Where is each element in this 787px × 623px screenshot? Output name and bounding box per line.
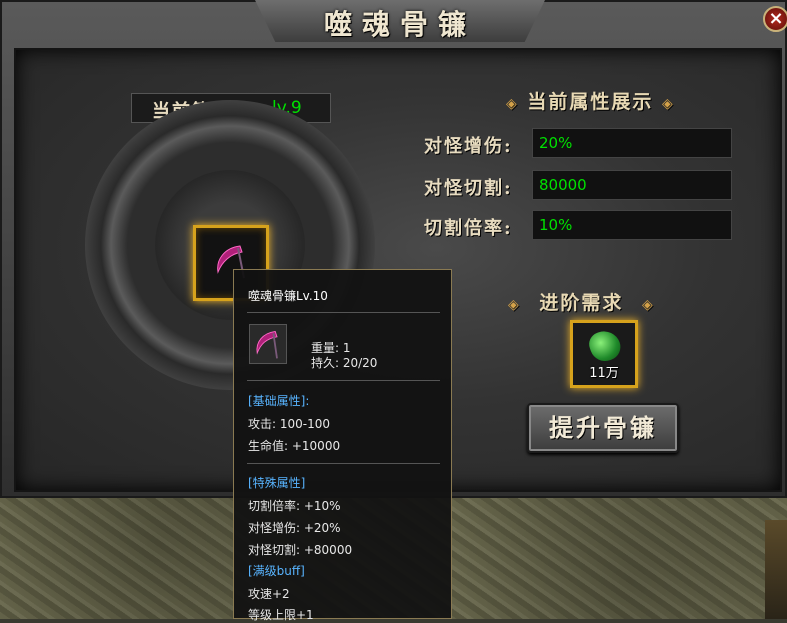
ornament-icon: ◈	[642, 297, 655, 313]
tooltip-buff-header: [满级buff]	[248, 564, 305, 578]
attr-label-damage-bonus: 对怪增伤:	[424, 136, 513, 157]
attributes-title: 当前属性展示	[527, 91, 654, 113]
attr-value-monster-cut: 80000	[532, 170, 732, 200]
scenery-post	[765, 520, 787, 619]
tooltip-special-header: [特殊属性]	[248, 476, 306, 490]
attributes-title-row: ◈ 当前属性展示 ◈	[506, 87, 675, 114]
tooltip-special-attr: 对怪切割: +80000	[248, 543, 353, 557]
tooltip-buff-attr: 等级上限+1	[248, 608, 314, 622]
tooltip-divider	[247, 312, 440, 313]
tooltip-divider	[247, 380, 440, 381]
tooltip-base-header: [基础属性]:	[248, 394, 310, 408]
title-plate: 噬魂骨镰	[255, 0, 545, 42]
ornament-icon: ◈	[506, 96, 519, 112]
tooltip-item-name: 噬魂骨镰Lv.10	[248, 289, 328, 303]
tooltip-buff-attr: 攻速+2	[248, 587, 290, 601]
tooltip-item-icon-frame	[249, 324, 287, 364]
tooltip-durability: 持久: 20/20	[311, 356, 378, 370]
requirement-title: 进阶需求	[539, 292, 624, 314]
window-title: 噬魂骨镰	[323, 8, 476, 41]
attr-label-monster-cut: 对怪切割:	[424, 178, 513, 199]
item-tooltip: 噬魂骨镰Lv.10 重量: 1 持久: 20/20 [基础属性]: 攻击: 10…	[233, 269, 452, 622]
attr-label-cut-ratio: 切割倍率:	[424, 218, 513, 239]
jade-material-icon	[585, 326, 625, 366]
ornament-icon: ◈	[508, 297, 521, 313]
requirement-title-row: ◈ 进阶需求 ◈	[508, 288, 655, 315]
bone-scythe-icon	[256, 330, 278, 359]
tooltip-divider	[247, 463, 440, 464]
tooltip-special-attr: 切割倍率: +10%	[248, 499, 341, 513]
ornament-icon: ◈	[662, 96, 675, 112]
attr-value-damage-bonus: 20%	[532, 128, 732, 158]
requirement-item-slot[interactable]: 11万	[570, 320, 638, 388]
close-button[interactable]: ×	[763, 6, 787, 32]
attr-value-cut-ratio: 10%	[532, 210, 732, 240]
tooltip-special-attr: 对怪增伤: +20%	[248, 521, 341, 535]
tooltip-base-attr: 攻击: 100-100	[248, 417, 330, 431]
tooltip-base-attr: 生命值: +10000	[248, 439, 341, 453]
upgrade-button[interactable]: 提升骨镰	[527, 403, 679, 453]
requirement-quantity: 11万	[589, 366, 619, 381]
